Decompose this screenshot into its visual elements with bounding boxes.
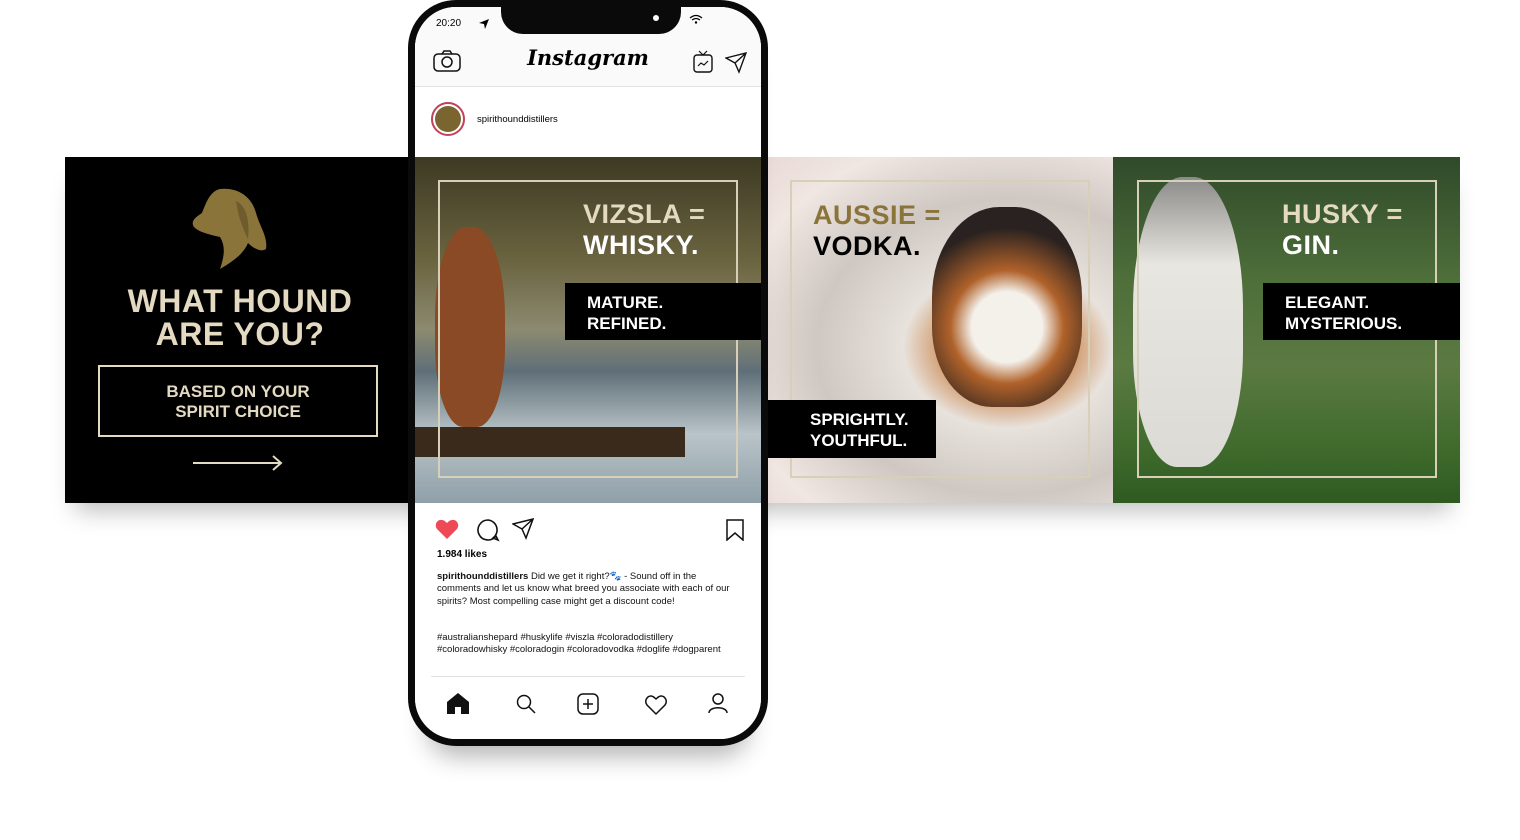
trait: ELEGANT. (1285, 293, 1370, 312)
post-username[interactable]: spirithounddistillers (477, 114, 558, 125)
search-icon[interactable] (516, 694, 536, 714)
post-footer: 1.984 likes spirithounddistillers Did we… (415, 503, 761, 739)
notch (501, 0, 681, 34)
avatar[interactable] (431, 102, 465, 136)
aussie-slide: AUSSIE = VODKA. SPRIGHTLY. YOUTHFUL. (762, 157, 1113, 503)
phone-mockup: 20:20 Instagram spirithounddistillers 1.… (408, 0, 768, 746)
breed-label: HUSKY = (1282, 199, 1403, 229)
intro-title-line2: ARE YOU? (155, 316, 325, 352)
cta-line1: BASED ON YOUR (166, 382, 310, 401)
wifi-icon (689, 14, 703, 24)
instagram-header: 20:20 Instagram spirithounddistillers (415, 0, 761, 157)
spirit-label: VODKA. (813, 231, 922, 261)
hashtags[interactable]: #australianshepard #huskylife #viszla #c… (437, 632, 742, 657)
home-icon[interactable] (446, 692, 470, 714)
trait: SPRIGHTLY. (810, 410, 909, 429)
intro-title-line1: WHAT HOUND (127, 283, 353, 319)
heart-icon[interactable] (435, 518, 459, 540)
status-time: 20:20 (436, 18, 462, 29)
spirit-label: GIN. (1282, 230, 1340, 260)
direct-message-icon[interactable] (725, 52, 747, 74)
new-post-icon[interactable] (577, 693, 599, 715)
location-arrow-icon (479, 19, 489, 29)
activity-heart-icon[interactable] (644, 694, 668, 716)
intro-slide: WHAT HOUND ARE YOU? BASED ON YOUR SPIRIT… (65, 157, 415, 503)
trait: YOUTHFUL. (810, 431, 908, 450)
dog-head-icon (192, 188, 267, 269)
cta-box: BASED ON YOUR SPIRIT CHOICE (98, 365, 378, 437)
cta-line2: SPIRIT CHOICE (175, 402, 301, 421)
bookmark-icon[interactable] (725, 519, 745, 541)
comment-icon[interactable] (476, 518, 500, 542)
share-icon[interactable] (512, 518, 534, 540)
caption: spirithounddistillers Did we get it righ… (437, 571, 742, 608)
traits-box: SPRIGHTLY. YOUTHFUL. (768, 400, 936, 458)
igtv-icon[interactable] (693, 50, 713, 74)
caption-username[interactable]: spirithounddistillers (437, 571, 528, 582)
likes-count: 1.984 likes (437, 549, 488, 560)
husky-slide: HUSKY = GIN. ELEGANT. MYSTERIOUS. (1113, 157, 1460, 503)
traits-box: ELEGANT. MYSTERIOUS. (1263, 283, 1460, 340)
arrow-right-icon (193, 455, 283, 471)
profile-icon[interactable] (708, 692, 728, 714)
breed-label: AUSSIE = (813, 200, 941, 230)
trait: MYSTERIOUS. (1285, 314, 1403, 333)
